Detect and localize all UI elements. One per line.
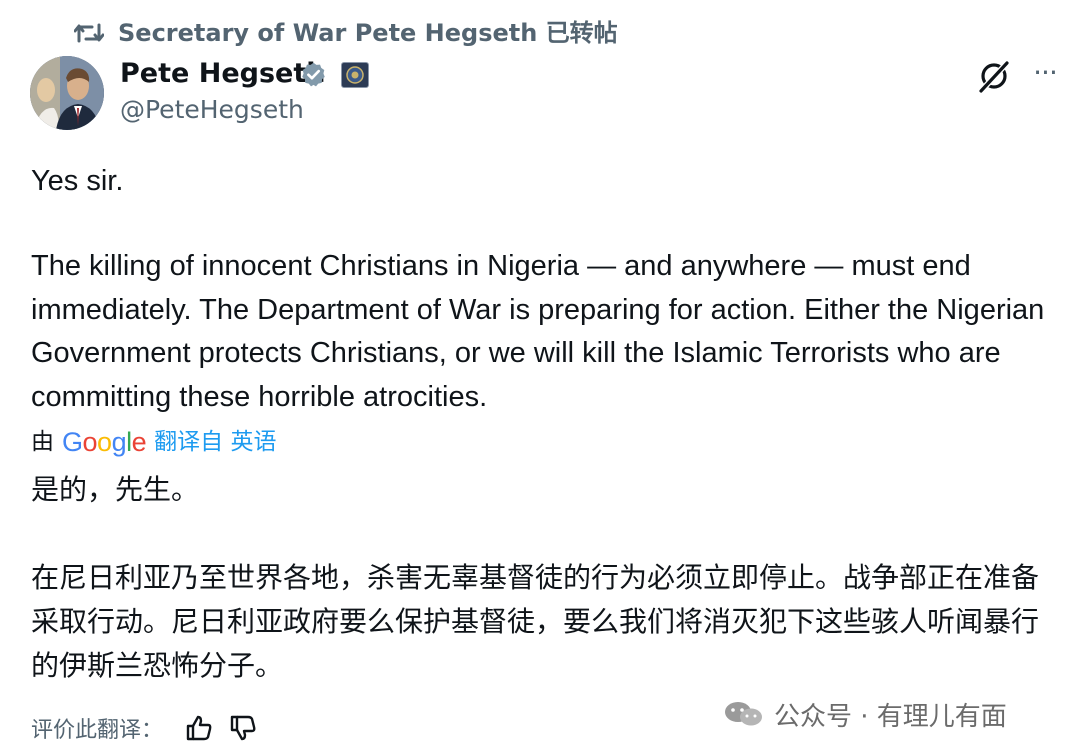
tweet-paragraph: The killing of innocent Christians in Ni… bbox=[31, 250, 1045, 413]
thumbs-up-icon[interactable] bbox=[185, 714, 213, 742]
avatar[interactable] bbox=[30, 56, 104, 130]
translation-prefix: 由 bbox=[31, 429, 54, 455]
department-seal-icon[interactable] bbox=[341, 62, 369, 88]
wechat-icon bbox=[725, 702, 762, 726]
translated-from-link[interactable]: 翻译自 英语 bbox=[154, 424, 276, 460]
translated-paragraph: 在尼日利亚乃至世界各地，杀害无辜基督徒的行为必须立即停止。战争部正在准备采取行动… bbox=[31, 561, 1040, 682]
grok-icon[interactable] bbox=[976, 58, 1012, 94]
author-display-name[interactable]: Pete Hegseth bbox=[120, 56, 325, 92]
author-handle[interactable]: @PeteHegseth bbox=[120, 93, 304, 127]
watermark: 公众号 · 有理儿有面 bbox=[722, 694, 1007, 734]
rate-translation-row: 评价此翻译： bbox=[31, 710, 273, 746]
rate-translation-label: 评价此翻译： bbox=[31, 718, 164, 743]
tweet-paragraph: Yes sir. bbox=[31, 165, 124, 197]
repost-label[interactable]: Secretary of War Pete Hegseth 已转帖 bbox=[118, 16, 618, 50]
more-options-icon[interactable]: ··· bbox=[1030, 56, 1060, 90]
watermark-text: 公众号 · 有理儿有面 bbox=[774, 701, 1007, 732]
translation-attribution: 由 Google 翻译自 英语 bbox=[31, 424, 276, 460]
translated-paragraph: 是的，先生。 bbox=[31, 473, 200, 506]
verified-badge-icon bbox=[302, 62, 325, 87]
google-logo: Google bbox=[62, 427, 147, 457]
thumbs-down-icon[interactable] bbox=[229, 714, 257, 742]
repost-icon bbox=[74, 23, 104, 43]
